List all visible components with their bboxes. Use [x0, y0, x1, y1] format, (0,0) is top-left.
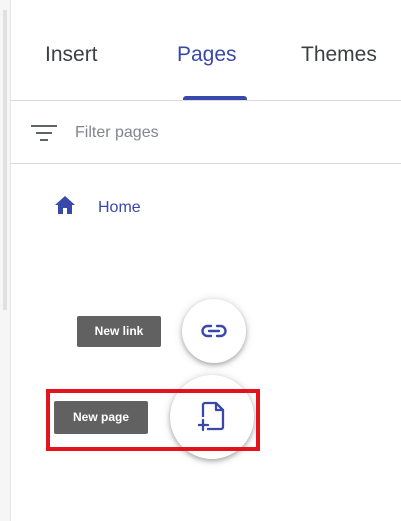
new-page-button[interactable] — [170, 375, 254, 459]
filter-bar — [11, 101, 401, 164]
new-link-button[interactable] — [182, 299, 246, 363]
new-link-tooltip: New link — [77, 316, 161, 347]
tab-themes-label: Themes — [301, 43, 377, 66]
panel-edge — [0, 0, 11, 521]
tab-insert-label: Insert — [45, 43, 98, 66]
tab-pages[interactable]: Pages — [177, 0, 255, 100]
home-icon — [54, 195, 76, 215]
pages-panel: Insert Pages Themes Home New link — [0, 0, 401, 521]
tab-bar: Insert Pages Themes — [11, 0, 401, 101]
add-page-icon — [198, 401, 225, 432]
page-item-home-label: Home — [98, 199, 141, 216]
tab-insert[interactable]: Insert — [45, 0, 120, 100]
tab-pages-label: Pages — [177, 43, 237, 66]
page-item-home[interactable]: Home — [50, 192, 200, 222]
scroll-track — [3, 10, 7, 310]
link-icon — [201, 324, 227, 338]
tab-themes[interactable]: Themes — [301, 0, 401, 100]
filter-pages-input[interactable] — [75, 121, 375, 145]
active-tab-indicator — [183, 96, 247, 100]
filter-icon[interactable] — [31, 125, 57, 143]
new-page-tooltip: New page — [54, 401, 148, 434]
